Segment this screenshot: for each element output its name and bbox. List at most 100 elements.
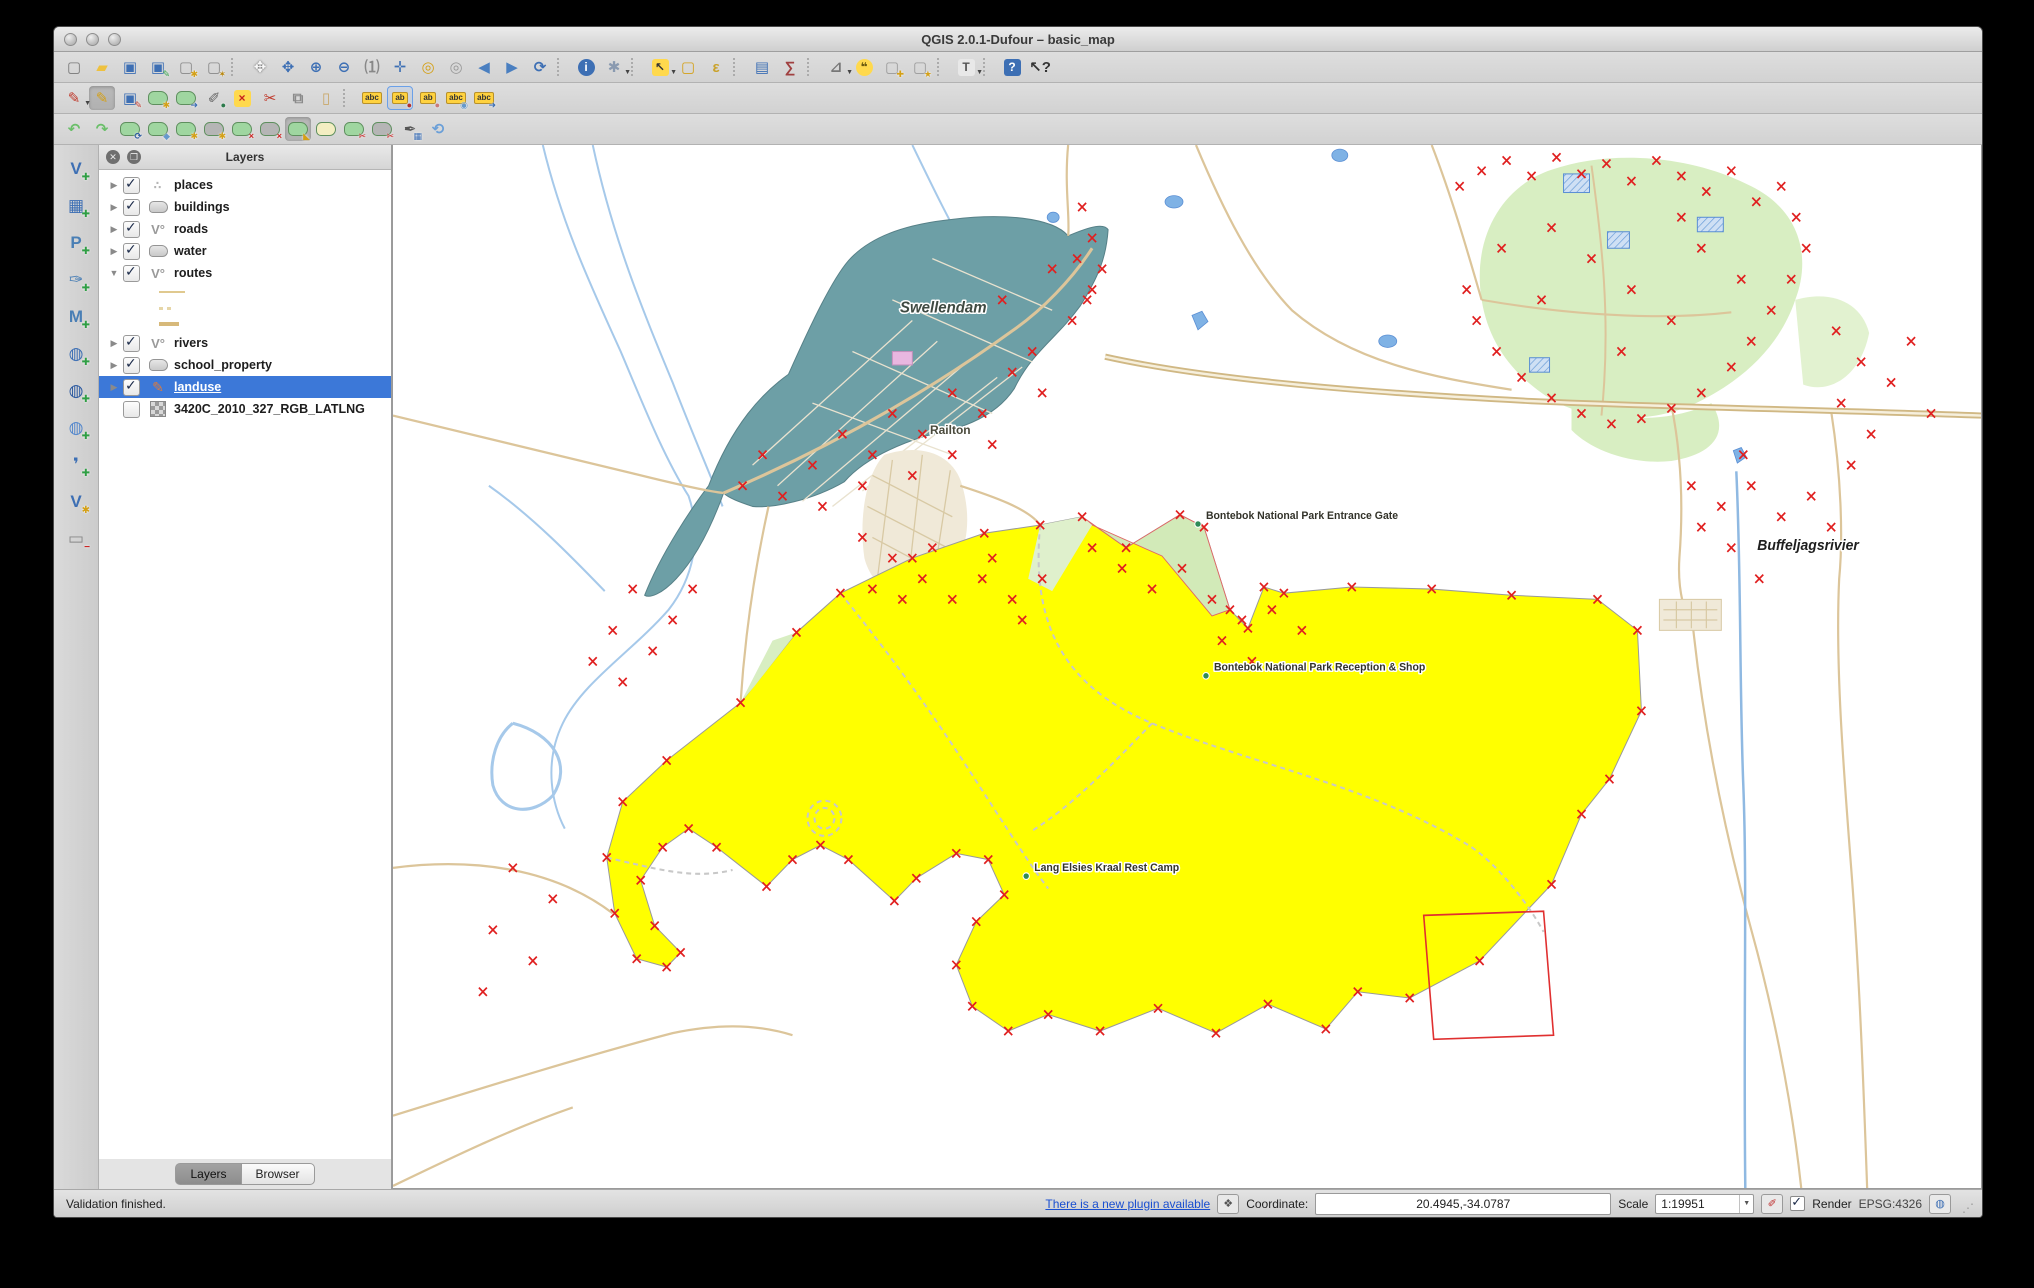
map-canvas[interactable]: Swellendam Railton Bontebok National Park … [392, 145, 1982, 1189]
split-parts-button[interactable]: ✂ [369, 117, 395, 141]
layer-visibility-checkbox[interactable] [123, 377, 140, 396]
expander-icon[interactable]: ▶ [107, 246, 121, 257]
panel-tab-layers[interactable]: Layers [175, 1163, 241, 1185]
rotate-label-button[interactable]: ab ● [415, 86, 441, 110]
composer-manager-button[interactable]: ▢ ✶ [201, 55, 227, 79]
change-label-properties-button[interactable]: abc ➜ [471, 86, 497, 110]
crs-globe-icon[interactable]: ◍ [1929, 1193, 1951, 1214]
zoom-out-button[interactable]: ⊖ [331, 55, 357, 79]
add-wcs-layer-button[interactable]: ◍ ✚ [61, 377, 91, 405]
save-project-button[interactable]: ▣ [117, 55, 143, 79]
copy-features-button[interactable]: ⧉ [285, 86, 311, 110]
zoom-to-layer-button[interactable]: ◎ [415, 55, 441, 79]
zoom-to-selection-button[interactable]: ◎ [443, 55, 469, 79]
whats-this-button[interactable]: ↖? [1027, 55, 1053, 79]
reshape-features-button[interactable]: ◣ [285, 117, 311, 141]
text-annotation-dropdown-icon[interactable]: ▼ [976, 69, 983, 76]
add-wms-layer-button[interactable]: ◍ ✚ [61, 340, 91, 368]
deselect-features-button[interactable]: ▢ [675, 55, 701, 79]
field-calculator-button[interactable]: ∑ [777, 55, 803, 79]
layer-row-buildings[interactable]: ▶ buildings [99, 196, 391, 218]
plugin-icon[interactable]: ❖ [1217, 1193, 1240, 1214]
measure-line-button[interactable]: ⊿ ▼ [823, 55, 853, 79]
expander-icon[interactable]: ▶ [107, 224, 121, 235]
run-feature-action-button[interactable]: ✱ ▼ [601, 55, 631, 79]
offset-curve-button[interactable] [313, 117, 339, 141]
save-layer-edits-button[interactable]: ▣ ✎ [117, 86, 143, 110]
layer-visibility-checkbox[interactable] [123, 400, 140, 418]
save-project-as-button[interactable]: ▣ ✎ [145, 55, 171, 79]
delete-selected-button[interactable]: × [229, 86, 255, 110]
layer-row-water[interactable]: ▶ water [99, 240, 391, 262]
layer-visibility-checkbox[interactable] [123, 355, 140, 374]
expander-icon[interactable]: ▶ [107, 382, 121, 393]
new-bookmark-button[interactable]: ▢ ✚ [879, 55, 905, 79]
help-contents-button[interactable]: ? [999, 55, 1025, 79]
refresh-map-button[interactable]: ⟳ [527, 55, 553, 79]
cut-features-button[interactable]: ✂ [257, 86, 283, 110]
zoom-last-button[interactable]: ◀ [471, 55, 497, 79]
layer-visibility-checkbox[interactable] [123, 219, 140, 238]
layer-row-rivers[interactable]: ▶ V° rivers [99, 332, 391, 354]
simplify-feature-button[interactable]: ◆ [145, 117, 171, 141]
layer-row-places[interactable]: ▶ ∴ places [99, 174, 391, 196]
open-attribute-table-button[interactable]: ▤ [749, 55, 775, 79]
scale-combobox[interactable]: 1:19951 ▼ [1655, 1193, 1755, 1214]
add-mssql-layer-button[interactable]: M ✚ [61, 303, 91, 331]
add-spatialite-layer-button[interactable]: ✑ ✚ [61, 266, 91, 294]
toggle-editing-button[interactable]: ✎ [89, 86, 115, 110]
layer-visibility-checkbox[interactable] [123, 175, 140, 194]
move-feature-button[interactable]: ➜ [173, 86, 199, 110]
render-checkbox[interactable] [1790, 1194, 1806, 1211]
rotate-point-symbols-button[interactable]: ⟲ [425, 117, 451, 141]
delete-ring-button[interactable]: × [229, 117, 255, 141]
pan-map-button[interactable]: ✥ [247, 55, 273, 79]
redo-button[interactable]: ↷ [89, 117, 115, 141]
new-shapefile-layer-button[interactable]: V ✱ [61, 488, 91, 516]
expander-icon[interactable]: ▼ [107, 268, 121, 278]
stop-render-icon[interactable]: ✐ [1761, 1193, 1784, 1214]
layer-row-roads[interactable]: ▶ V° roads [99, 218, 391, 240]
expander-icon[interactable]: ▶ [107, 360, 121, 371]
add-postgis-layer-button[interactable]: P ✚ [61, 229, 91, 257]
add-raster-layer-button[interactable]: ▦ ✚ [61, 192, 91, 220]
layer-row-routes[interactable]: ▼ V° routes [99, 262, 391, 284]
text-annotation-button[interactable]: T ▼ [953, 55, 983, 79]
move-label-button[interactable]: ab ● [387, 86, 413, 110]
rotate-feature-button[interactable]: ⟳ [117, 117, 143, 141]
select-features-button[interactable]: ↖ ▼ [647, 55, 677, 79]
expander-icon[interactable]: ▶ [107, 202, 121, 213]
labeling-button[interactable]: abc [359, 86, 385, 110]
show-bookmarks-button[interactable]: ▢ ★ [907, 55, 933, 79]
add-part-button[interactable]: ✱ [201, 117, 227, 141]
select-by-expression-button[interactable]: ε [703, 55, 729, 79]
run-feature-action-dropdown-icon[interactable]: ▼ [624, 69, 631, 76]
split-features-button[interactable]: ✂ [341, 117, 367, 141]
show-hide-labels-button[interactable]: abc ◉ [443, 86, 469, 110]
layer-row-school_property[interactable]: ▶ school_property [99, 354, 391, 376]
merge-selected-features-button[interactable]: ✒ ▦ [397, 117, 423, 141]
layer-visibility-checkbox[interactable] [123, 263, 140, 282]
add-wfs-layer-button[interactable]: ◍ ✚ [61, 414, 91, 442]
add-oracle-layer-button[interactable]: ❜ ✚ [61, 451, 91, 479]
zoom-next-button[interactable]: ▶ [499, 55, 525, 79]
new-print-composer-button[interactable]: ▢ ✱ [173, 55, 199, 79]
panel-tab-browser[interactable]: Browser [240, 1163, 315, 1185]
delete-part-button[interactable]: × [257, 117, 283, 141]
zoom-actual-size-button[interactable]: ⑴ [359, 55, 385, 79]
paste-features-button[interactable]: ▯ [313, 86, 339, 110]
add-ring-button[interactable]: ✱ [173, 117, 199, 141]
zoom-full-extent-button[interactable]: ✛ [387, 55, 413, 79]
open-project-button[interactable]: ▰ [89, 55, 115, 79]
current-edits-button[interactable]: ✎ ▼ [61, 86, 91, 110]
coordinate-input[interactable] [1315, 1192, 1612, 1215]
zoom-in-button[interactable]: ⊕ [303, 55, 329, 79]
layer-visibility-checkbox[interactable] [123, 241, 140, 260]
plugin-available-link[interactable]: There is a new plugin available [1045, 1197, 1210, 1211]
resize-grip[interactable]: ⋰ [1962, 1201, 1974, 1215]
add-vector-layer-button[interactable]: V ✚ [61, 155, 91, 183]
expander-icon[interactable]: ▶ [107, 338, 121, 349]
layer-visibility-checkbox[interactable] [123, 333, 140, 352]
layer-row-landuse[interactable]: ▶ ✎ landuse [99, 376, 391, 398]
expander-icon[interactable]: ▶ [107, 180, 121, 191]
